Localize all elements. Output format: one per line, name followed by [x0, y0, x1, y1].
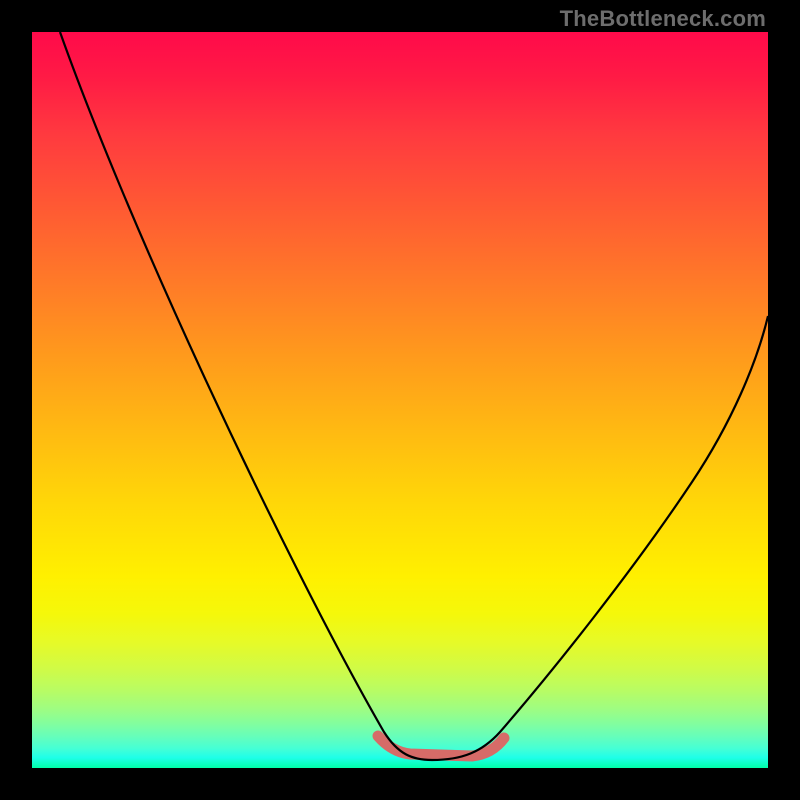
plot-area	[32, 32, 768, 768]
curve-right-branch	[432, 316, 768, 760]
watermark-label: TheBottleneck.com	[560, 6, 766, 32]
bottleneck-curve-svg	[32, 32, 768, 768]
curve-left-branch	[60, 32, 432, 760]
chart-frame: TheBottleneck.com	[0, 0, 800, 800]
